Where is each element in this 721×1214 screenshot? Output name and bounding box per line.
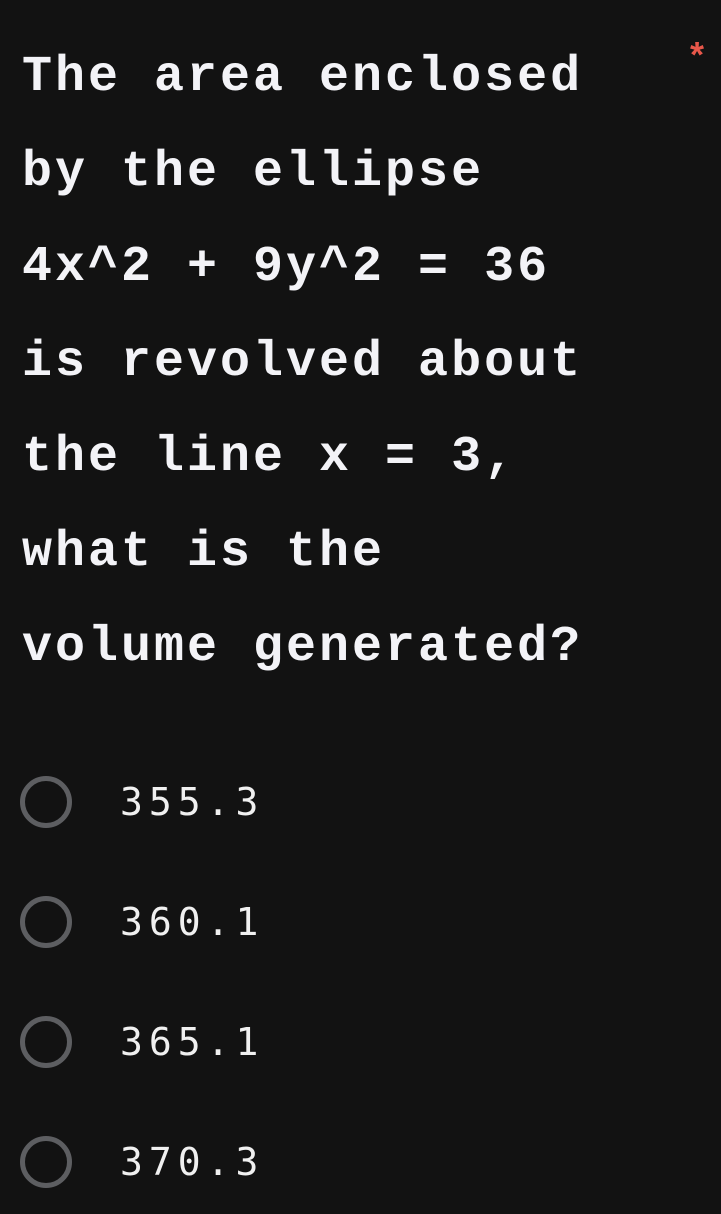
option-label: 355.3 bbox=[120, 780, 265, 824]
question-line: is revolved about bbox=[22, 334, 584, 391]
option-355-3[interactable]: 355.3 bbox=[20, 772, 620, 832]
question-line: The area enclosed bbox=[22, 49, 584, 106]
radio-button[interactable] bbox=[20, 1016, 72, 1068]
radio-button[interactable] bbox=[20, 776, 72, 828]
radio-button[interactable] bbox=[20, 896, 72, 948]
option-365-1[interactable]: 365.1 bbox=[20, 1012, 620, 1072]
question-line: volume generated? bbox=[22, 619, 584, 676]
option-label: 360.1 bbox=[120, 900, 265, 944]
question-line: 4x^2 + 9y^2 = 36 bbox=[22, 239, 551, 296]
question-line: the line x = 3, bbox=[22, 429, 518, 486]
question-text: The area enclosed by the ellipse 4x^2 + … bbox=[22, 30, 712, 695]
option-370-3[interactable]: 370.3 bbox=[20, 1132, 620, 1192]
option-360-1[interactable]: 360.1 bbox=[20, 892, 620, 952]
option-label: 365.1 bbox=[120, 1020, 265, 1064]
question-line: by the ellipse bbox=[22, 144, 485, 201]
radio-button[interactable] bbox=[20, 1136, 72, 1188]
required-asterisk: * bbox=[690, 34, 705, 75]
option-label: 370.3 bbox=[120, 1140, 265, 1184]
question-line: what is the bbox=[22, 524, 386, 581]
